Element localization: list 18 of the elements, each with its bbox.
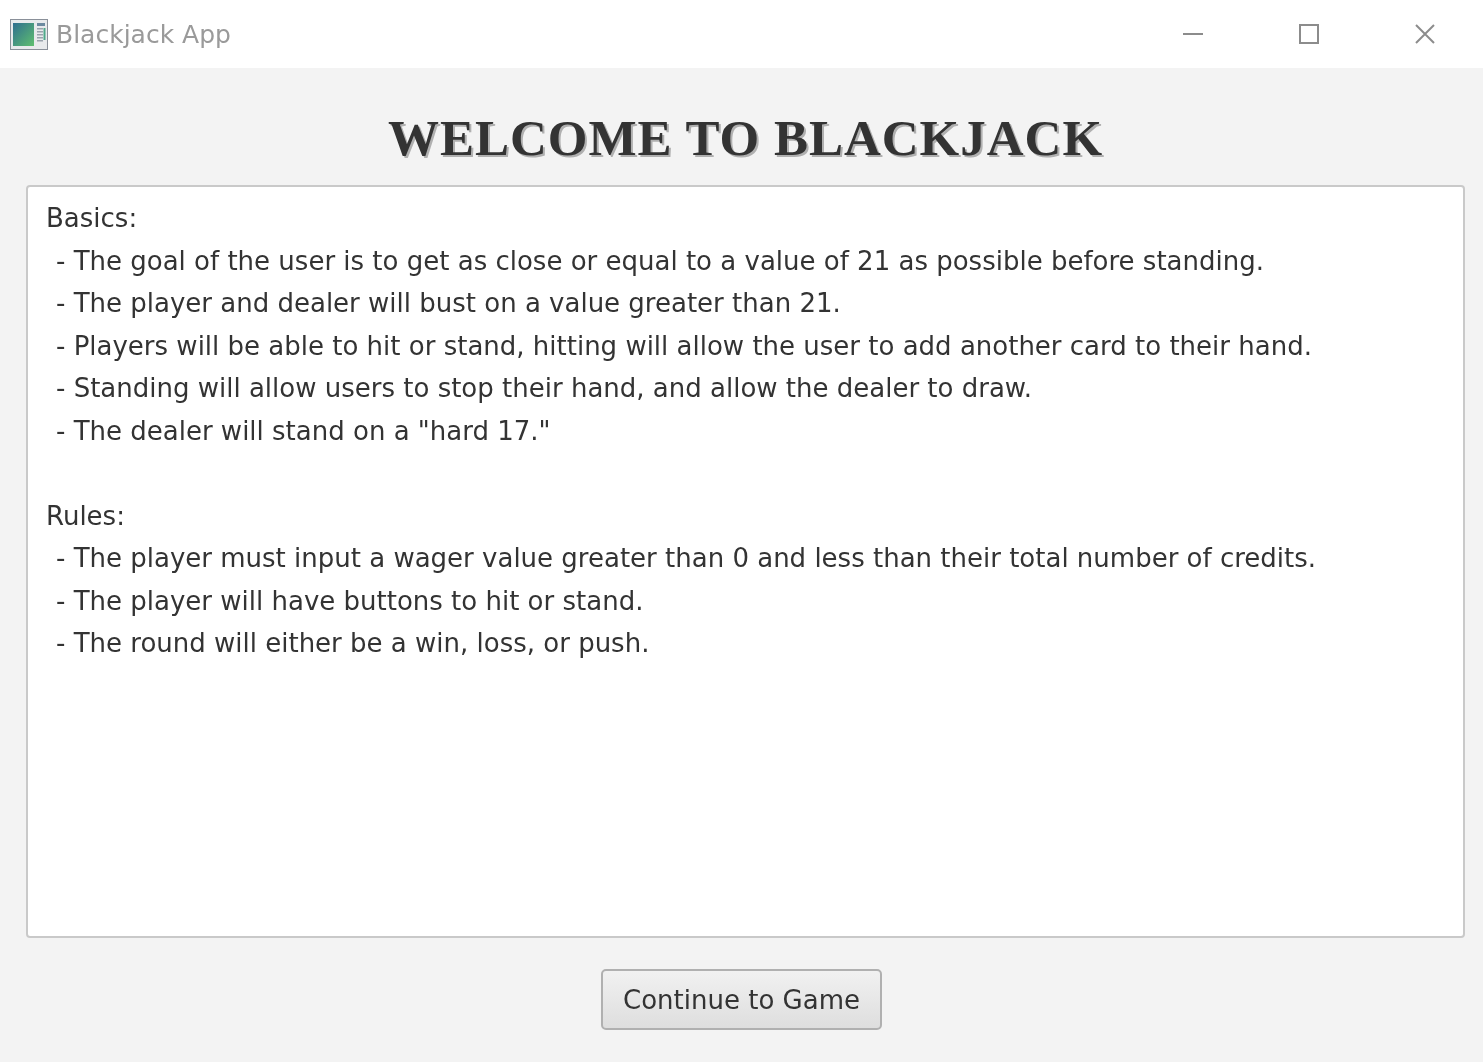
- minimize-icon: [1183, 33, 1203, 35]
- close-icon: [1415, 24, 1435, 44]
- app-window-icon: [10, 18, 48, 50]
- rule-line: - The goal of the user is to get as close or equal to a value of 21 as possible before standing.: [56, 244, 1264, 278]
- maximize-icon: [1299, 24, 1319, 44]
- rule-line: - The round will either be a win, loss, or push.: [56, 627, 650, 660]
- section-heading: Basics:: [46, 202, 138, 235]
- welcome-heading: WELCOME TO BLACKJACK: [387, 109, 1104, 168]
- rule-line: - The player and dealer will bust on a value greater than 21.: [56, 287, 841, 320]
- rule-line: - The player must input a wager value greater than 0 and less than their total number of credits.: [56, 542, 1317, 575]
- rule-line: - The dealer will stand on a "hard 17.": [56, 414, 551, 448]
- rule-line: - Players will be able to hit or stand, hitting will allow the user to add another card to their hand.: [56, 329, 1312, 363]
- rule-line: - The player will have buttons to hit or stand.: [56, 584, 644, 618]
- continue-button[interactable]: Continue to Game: [601, 969, 882, 1030]
- window-title: Blackjack App: [56, 19, 231, 49]
- rule-line: - Standing will allow users to stop their hand, and allow the dealer to draw.: [56, 372, 1032, 405]
- section-heading: Rules:: [46, 499, 125, 533]
- rules-text-area[interactable]: [26, 185, 1465, 938]
